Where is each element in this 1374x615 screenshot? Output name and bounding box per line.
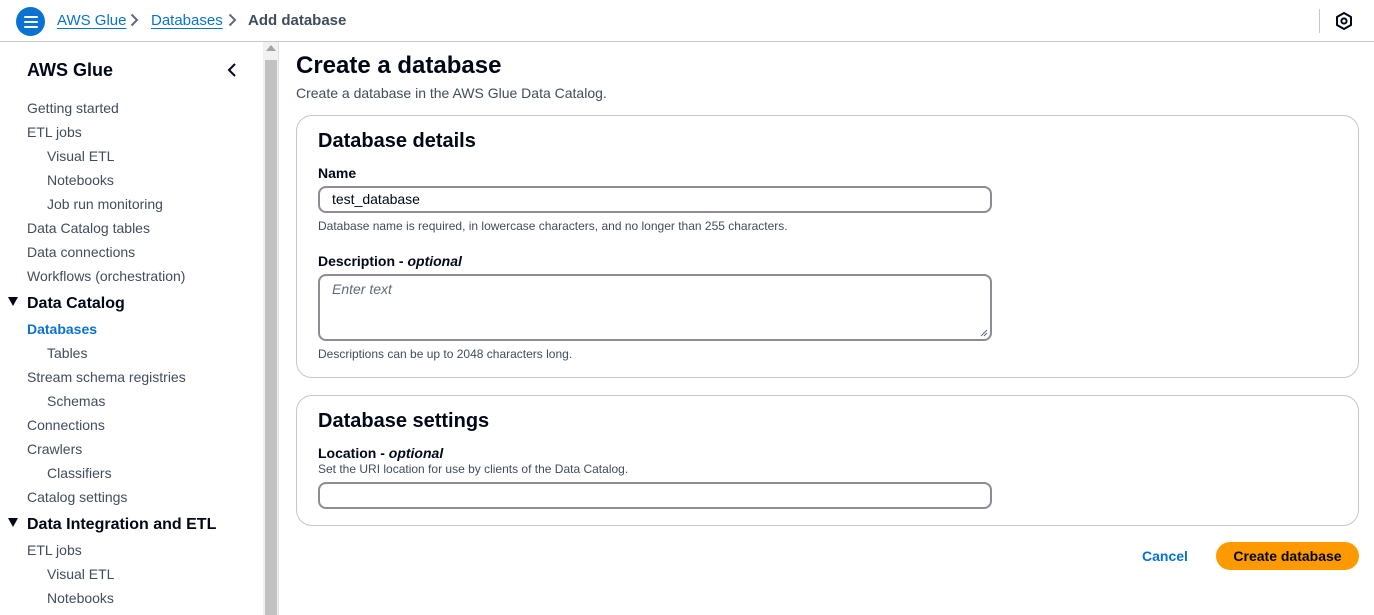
section-label: Data Catalog bbox=[27, 295, 125, 312]
breadcrumb-aws-glue[interactable]: AWS Glue bbox=[57, 12, 126, 30]
caret-down-icon bbox=[8, 297, 18, 306]
sidebar-item-job-run-monitoring[interactable]: Job run monitoring bbox=[47, 195, 163, 213]
divider bbox=[1319, 9, 1320, 33]
chevron-right-icon bbox=[130, 13, 139, 27]
sidebar-item-databases[interactable]: Databases bbox=[27, 320, 97, 338]
page-title: Create a database bbox=[296, 52, 502, 79]
sidebar-item-visual-etl[interactable]: Visual ETL bbox=[47, 147, 114, 165]
sidebar-item-stream-schema-registries[interactable]: Stream schema registries bbox=[27, 368, 186, 386]
side-navigation: AWS Glue Getting started ETL jobs Visual… bbox=[0, 42, 263, 615]
sidebar-item-etl-jobs[interactable]: ETL jobs bbox=[27, 123, 82, 141]
sidebar-item-data-catalog-tables[interactable]: Data Catalog tables bbox=[27, 219, 150, 237]
sidebar-item-workflows[interactable]: Workflows (orchestration) bbox=[27, 267, 185, 285]
settings-hexagon-icon[interactable] bbox=[1334, 11, 1354, 31]
sidebar-title: AWS Glue bbox=[27, 60, 114, 80]
sidebar-item-notebooks-2[interactable]: Notebooks bbox=[47, 589, 114, 607]
location-input[interactable] bbox=[318, 482, 992, 509]
breadcrumb-current: Add database bbox=[248, 12, 347, 29]
section-label: Data Integration and ETL bbox=[27, 516, 217, 533]
sidebar-item-tables[interactable]: Tables bbox=[47, 344, 87, 362]
name-label: Name bbox=[318, 165, 357, 181]
sidebar-item-classifiers[interactable]: Classifiers bbox=[47, 464, 112, 482]
description-hint: Descriptions can be up to 2048 character… bbox=[318, 347, 573, 361]
description-placeholder: Enter text bbox=[332, 281, 392, 297]
database-details-panel: Database details Name test_database Data… bbox=[296, 115, 1359, 378]
breadcrumb-databases[interactable]: Databases bbox=[151, 12, 223, 30]
sidebar-item-notebooks[interactable]: Notebooks bbox=[47, 171, 114, 189]
panel-title: Database details bbox=[318, 130, 476, 152]
chevron-right-icon bbox=[228, 13, 237, 27]
sidebar-item-catalog-settings[interactable]: Catalog settings bbox=[27, 488, 127, 506]
name-hint: Database name is required, in lowercase … bbox=[318, 219, 788, 233]
sidebar-item-crawlers[interactable]: Crawlers bbox=[27, 440, 82, 458]
location-hint: Set the URI location for use by clients … bbox=[318, 462, 629, 476]
create-database-button[interactable]: Create database bbox=[1216, 542, 1359, 570]
sidebar-section-data-integration[interactable]: Data Integration and ETL bbox=[8, 515, 216, 535]
hamburger-icon[interactable] bbox=[16, 7, 45, 36]
top-navigation: AWS Glue Databases Add database bbox=[0, 0, 1374, 42]
sidebar-item-schemas[interactable]: Schemas bbox=[47, 392, 105, 410]
sidebar-item-getting-started[interactable]: Getting started bbox=[27, 99, 119, 117]
description-textarea[interactable]: Enter text bbox=[318, 274, 992, 341]
sidebar-item-data-connections[interactable]: Data connections bbox=[27, 243, 135, 261]
scroll-up-arrow-icon[interactable] bbox=[266, 45, 276, 51]
page-description: Create a database in the AWS Glue Data C… bbox=[296, 85, 607, 101]
sidebar-item-connections[interactable]: Connections bbox=[27, 416, 105, 434]
resize-grip-icon[interactable] bbox=[980, 329, 988, 337]
cancel-button[interactable]: Cancel bbox=[1130, 546, 1200, 566]
sidebar-item-etl-jobs-2[interactable]: ETL jobs bbox=[27, 541, 82, 559]
panel-title: Database settings bbox=[318, 410, 490, 432]
location-label: Location - optional bbox=[318, 445, 444, 461]
sidebar-section-data-catalog[interactable]: Data Catalog bbox=[8, 294, 125, 314]
caret-down-icon bbox=[8, 518, 18, 527]
description-label: Description - optional bbox=[318, 253, 462, 269]
chevron-left-icon[interactable] bbox=[224, 61, 240, 79]
sidebar-item-visual-etl-2[interactable]: Visual ETL bbox=[47, 565, 114, 583]
database-settings-panel: Database settings Location - optional Se… bbox=[296, 395, 1359, 526]
name-input[interactable]: test_database bbox=[318, 186, 992, 213]
scrollbar-thumb[interactable] bbox=[265, 60, 277, 615]
